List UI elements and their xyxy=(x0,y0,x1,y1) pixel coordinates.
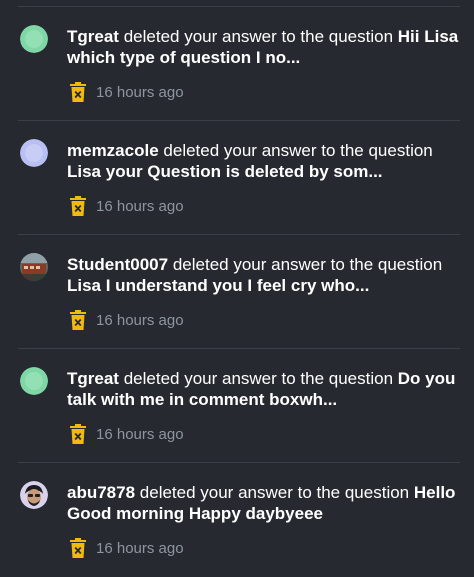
action-text: deleted your answer to the question xyxy=(172,255,443,274)
action-text: deleted your answer to the question xyxy=(163,141,433,160)
timestamp: 16 hours ago xyxy=(96,197,184,215)
avatar[interactable] xyxy=(20,25,48,53)
avatar[interactable] xyxy=(20,253,48,281)
notification-meta: 16 hours ago xyxy=(70,424,184,444)
username[interactable]: Tgreat xyxy=(67,369,119,388)
notification-text[interactable]: Tgreat deleted your answer to the questi… xyxy=(67,26,460,68)
timestamp: 16 hours ago xyxy=(96,83,184,101)
trash-icon xyxy=(70,538,86,558)
notification-text[interactable]: Tgreat deleted your answer to the questi… xyxy=(67,368,460,410)
notification-meta: 16 hours ago xyxy=(70,196,184,216)
default-avatar-icon xyxy=(20,25,48,53)
notification-item[interactable]: memzacole deleted your answer to the que… xyxy=(18,121,460,235)
action-text: deleted your answer to the question xyxy=(123,369,394,388)
notification-meta: 16 hours ago xyxy=(70,310,184,330)
notification-text[interactable]: abu7878 deleted your answer to the quest… xyxy=(67,482,460,524)
avatar[interactable] xyxy=(20,481,48,509)
train-photo-icon xyxy=(20,253,48,281)
notification-item[interactable]: Student0007 deleted your answer to the q… xyxy=(18,235,460,349)
notification-item[interactable]: Tgreat deleted your answer to the questi… xyxy=(18,349,460,463)
cartoon-avatar-icon xyxy=(20,481,48,509)
avatar[interactable] xyxy=(20,367,48,395)
notification-item[interactable]: Tgreat deleted your answer to the questi… xyxy=(18,7,460,121)
default-avatar-icon xyxy=(20,367,48,395)
timestamp: 16 hours ago xyxy=(96,425,184,443)
trash-icon xyxy=(70,196,86,216)
question-link[interactable]: Lisa your Question is deleted by som... xyxy=(67,162,383,181)
avatar[interactable] xyxy=(20,139,48,167)
notification-item[interactable]: abu7878 deleted your answer to the quest… xyxy=(18,463,460,577)
timestamp: 16 hours ago xyxy=(96,539,184,557)
trash-icon xyxy=(70,424,86,444)
notification-meta: 16 hours ago xyxy=(70,538,184,558)
notification-meta: 16 hours ago xyxy=(70,82,184,102)
notification-text[interactable]: memzacole deleted your answer to the que… xyxy=(67,140,460,182)
username[interactable]: Tgreat xyxy=(67,27,119,46)
username[interactable]: memzacole xyxy=(67,141,159,160)
timestamp: 16 hours ago xyxy=(96,311,184,329)
action-text: deleted your answer to the question xyxy=(139,483,410,502)
notification-text[interactable]: Student0007 deleted your answer to the q… xyxy=(67,254,460,296)
action-text: deleted your answer to the question xyxy=(123,27,394,46)
trash-icon xyxy=(70,310,86,330)
notification-feed: Tgreat deleted your answer to the questi… xyxy=(0,0,474,568)
trash-icon xyxy=(70,82,86,102)
username[interactable]: abu7878 xyxy=(67,483,135,502)
default-avatar-icon xyxy=(20,139,48,167)
question-link[interactable]: Lisa I understand you I feel cry who... xyxy=(67,276,369,295)
username[interactable]: Student0007 xyxy=(67,255,168,274)
